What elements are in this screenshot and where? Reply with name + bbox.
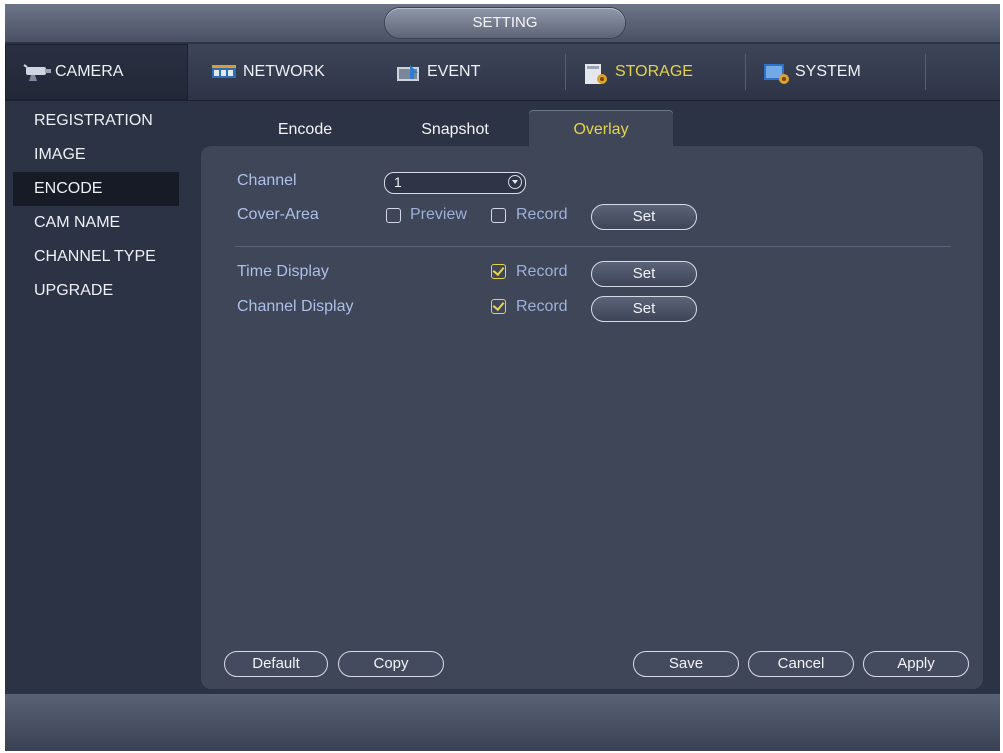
time-display-record-checkbox[interactable] [491, 264, 506, 279]
time-display-set-button[interactable]: Set [591, 261, 697, 287]
tab-label: STORAGE [615, 63, 693, 80]
channel-display-record-checkbox[interactable] [491, 299, 506, 314]
sub-tab-bar: Encode Snapshot Overlay [225, 110, 985, 150]
window-title: SETTING [385, 8, 625, 38]
cover-record-checkbox[interactable] [491, 208, 506, 223]
channel-label: Channel [237, 172, 297, 189]
tab-label: EVENT [427, 63, 481, 80]
settings-window: SETTING CAMERA NETWORK EVENT STORAGE SYS… [5, 4, 1000, 751]
event-icon [395, 63, 419, 81]
sidebar-item-image[interactable]: IMAGE [13, 138, 179, 172]
save-button[interactable]: Save [633, 651, 739, 677]
sidebar-item-cam-name[interactable]: CAM NAME [13, 206, 179, 240]
cover-preview-checkbox[interactable] [386, 208, 401, 223]
sidebar-menu: REGISTRATION IMAGE ENCODE CAM NAME CHANN… [5, 102, 191, 692]
cover-area-label: Cover-Area [237, 206, 319, 223]
tab-overlay[interactable]: Overlay [529, 110, 673, 150]
tab-network[interactable]: NETWORK [211, 44, 381, 100]
chevron-down-icon [508, 175, 522, 189]
tab-label: NETWORK [243, 63, 325, 80]
channel-display-set-button[interactable]: Set [591, 296, 697, 322]
channel-display-record-label: Record [516, 298, 568, 315]
cover-preview-label: Preview [410, 206, 467, 223]
tab-label: CAMERA [55, 63, 124, 80]
tab-label: SYSTEM [795, 63, 861, 80]
overlay-panel: Channel 1 Cover-Area Preview Record Set … [201, 146, 983, 689]
title-bar: SETTING [5, 4, 1000, 42]
section-divider [235, 246, 951, 247]
channel-select[interactable]: 1 [384, 172, 526, 194]
tab-system[interactable]: SYSTEM [763, 44, 933, 100]
channel-display-label: Channel Display [237, 298, 354, 315]
tab-camera[interactable]: CAMERA [5, 44, 188, 100]
tab-storage[interactable]: STORAGE [583, 44, 753, 100]
main-tab-bar: CAMERA NETWORK EVENT STORAGE SYSTEM [5, 44, 1000, 101]
cancel-button[interactable]: Cancel [748, 651, 854, 677]
storage-icon [583, 63, 607, 84]
status-bar [5, 694, 1000, 751]
sidebar-item-channel-type[interactable]: CHANNEL TYPE [13, 240, 179, 274]
camera-icon [23, 63, 51, 81]
tab-divider [925, 54, 926, 90]
tab-event[interactable]: EVENT [395, 44, 565, 100]
apply-button[interactable]: Apply [863, 651, 969, 677]
default-button[interactable]: Default [224, 651, 328, 677]
sidebar-item-registration[interactable]: REGISTRATION [13, 104, 179, 138]
cover-area-set-button[interactable]: Set [591, 204, 697, 230]
cover-record-label: Record [516, 206, 568, 223]
tab-encode[interactable]: Encode [245, 110, 365, 150]
tab-divider [565, 54, 566, 90]
system-icon [763, 63, 789, 84]
copy-button[interactable]: Copy [338, 651, 444, 677]
network-icon [211, 63, 236, 81]
tab-snapshot[interactable]: Snapshot [395, 110, 515, 150]
time-display-label: Time Display [237, 263, 329, 280]
sidebar-item-upgrade[interactable]: UPGRADE [13, 274, 179, 308]
sidebar-item-encode[interactable]: ENCODE [13, 172, 179, 206]
channel-value: 1 [394, 174, 402, 190]
tab-divider [745, 54, 746, 90]
time-display-record-label: Record [516, 263, 568, 280]
